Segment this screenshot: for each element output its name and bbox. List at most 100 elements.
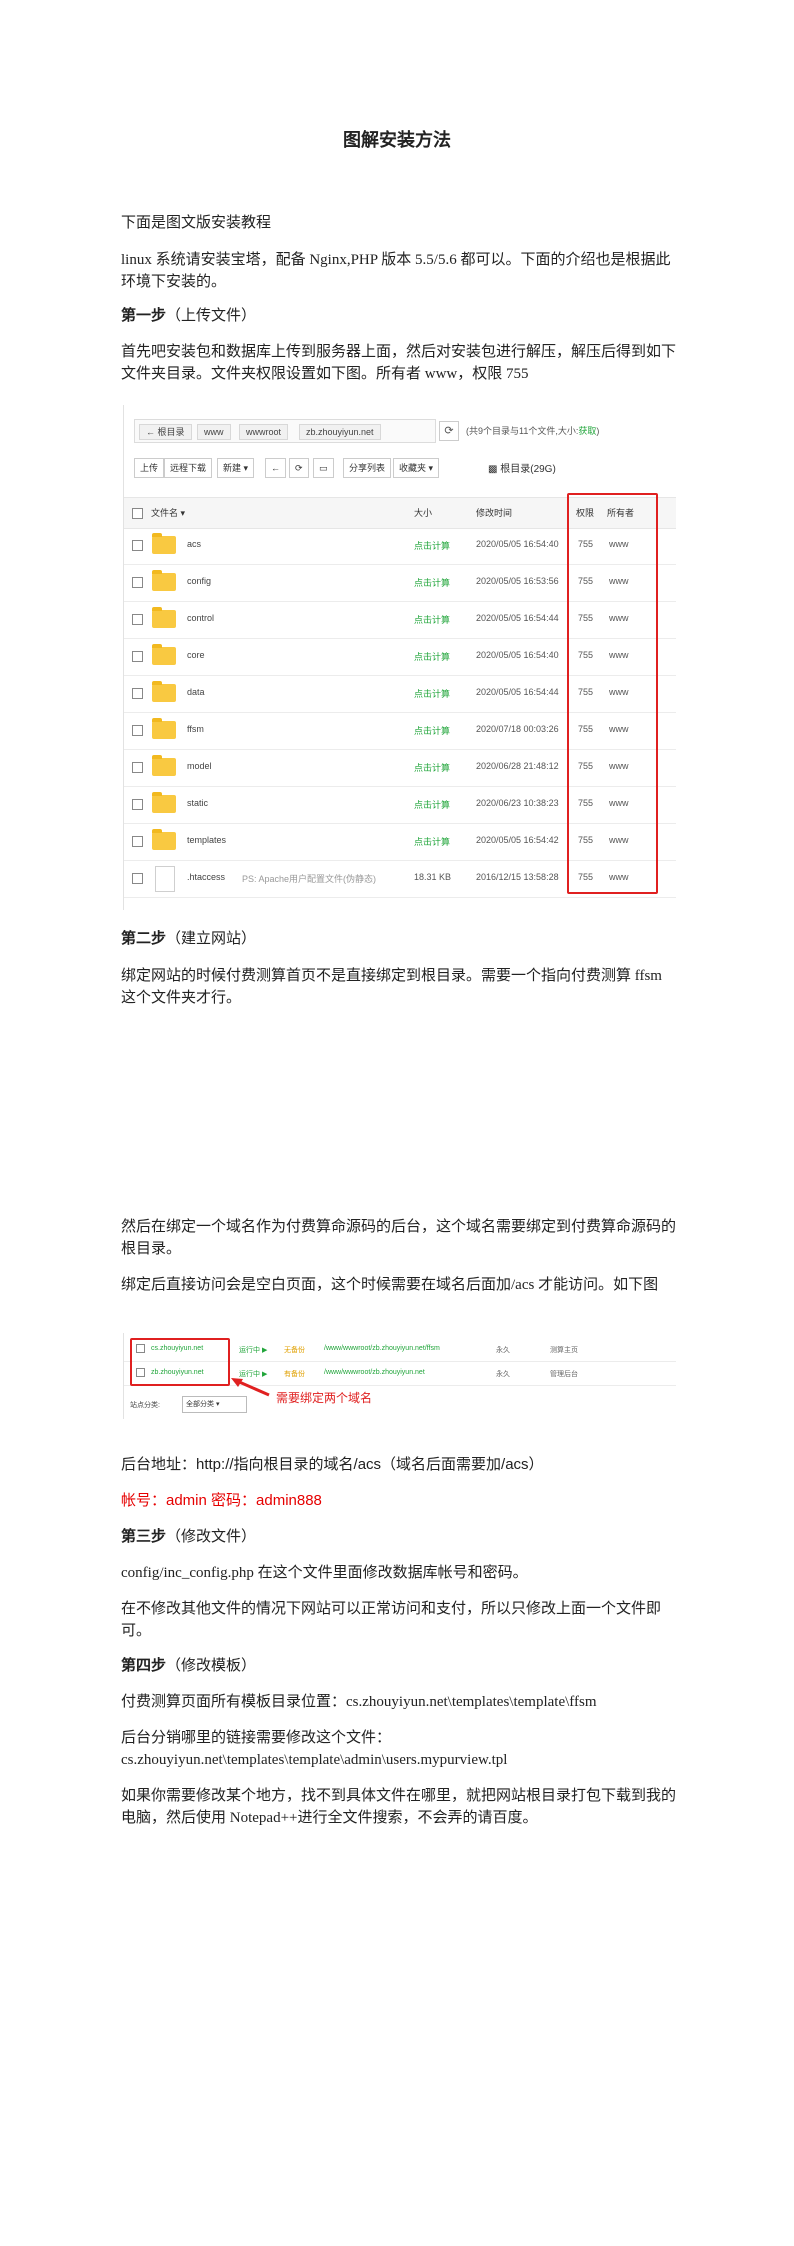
row-checkbox[interactable] bbox=[132, 836, 143, 847]
file-name[interactable]: .htaccess bbox=[187, 872, 225, 882]
step3-desc: config/inc_config.php 在这个文件里面修改数据库帐号和密码。 bbox=[121, 1565, 528, 1581]
file-name[interactable]: acs bbox=[187, 539, 201, 549]
step1-sub: （上传文件） bbox=[166, 308, 257, 324]
file-modified: 2020/06/23 10:38:23 bbox=[476, 798, 559, 808]
refresh-icon[interactable]: ⟳ bbox=[439, 421, 459, 441]
step1-heading: 第一步（上传文件） bbox=[121, 305, 677, 327]
path-crumb-site[interactable]: zb.zhouyiyun.net bbox=[299, 424, 381, 440]
terminal-icon[interactable]: ▭ bbox=[313, 458, 334, 478]
file-name[interactable]: ffsm bbox=[187, 724, 204, 734]
file-manager-screenshot: ← 根目录 www wwwroot zb.zhouyiyun.net ⟳ (共9… bbox=[123, 405, 676, 910]
step3-sub: （修改文件） bbox=[166, 1529, 257, 1545]
backend-address: 后台地址：http://指向根目录的域名/acs（域名后面需要加/acs） bbox=[121, 1456, 544, 1473]
back-icon[interactable]: ← bbox=[265, 458, 286, 478]
site-path[interactable]: /www/wwwroot/zb.zhouyiyun.net bbox=[324, 1369, 425, 1376]
share-list-button[interactable]: 分享列表 bbox=[343, 458, 392, 478]
file-modified: 2020/05/05 16:54:40 bbox=[476, 650, 559, 660]
disk-root[interactable]: ▩ 根目录(29G) bbox=[488, 460, 556, 475]
step4-desc2-line1: 后台分销哪里的链接需要修改这个文件： bbox=[121, 1730, 392, 1746]
folder-icon bbox=[152, 829, 176, 850]
file-name[interactable]: data bbox=[187, 687, 205, 697]
step1-desc: 首先吧安装包和数据库上传到服务器上面，然后对安装包进行解压，解压后得到如下文件夹… bbox=[121, 344, 677, 382]
step2-sub: （建立网站） bbox=[166, 931, 257, 947]
site-list-screenshot: cs.zhouyiyun.net 运行中 ▶ 无备份 /www/wwwroot/… bbox=[123, 1333, 676, 1419]
select-all-checkbox[interactable] bbox=[132, 508, 143, 519]
domain-highlight-box bbox=[130, 1338, 230, 1386]
site-path[interactable]: /www/wwwroot/zb.zhouyiyun.net/ffsm bbox=[324, 1345, 440, 1352]
col-name[interactable]: 文件名 ▾ bbox=[151, 506, 185, 519]
step4-heading: 第四步（修改模板） bbox=[121, 1655, 677, 1677]
row-checkbox[interactable] bbox=[132, 799, 143, 810]
file-size[interactable]: 点击计算 bbox=[414, 613, 450, 626]
row-checkbox[interactable] bbox=[132, 762, 143, 773]
file-size[interactable]: 点击计算 bbox=[414, 576, 450, 589]
file-size[interactable]: 点击计算 bbox=[414, 835, 450, 848]
highlight-box bbox=[567, 493, 658, 894]
env-text: linux 系统请安装宝塔，配备 Nginx,PHP 版本 5.5/5.6 都可… bbox=[121, 252, 671, 290]
annotation-text: 需要绑定两个域名 bbox=[276, 1391, 373, 1405]
site-status[interactable]: 运行中 ▶ bbox=[239, 1345, 267, 1355]
file-icon bbox=[155, 866, 175, 892]
document-page: 图解安装方法 下面是图文版安装教程 linux 系统请安装宝塔，配备 Nginx… bbox=[0, 0, 794, 2246]
step2-label: 第二步 bbox=[121, 930, 167, 947]
site-expire: 永久 bbox=[496, 1347, 510, 1354]
site-backup[interactable]: 有备份 bbox=[284, 1369, 305, 1379]
site-backup[interactable]: 无备份 bbox=[284, 1345, 305, 1355]
favorites-button[interactable]: 收藏夹 ▾ bbox=[393, 458, 440, 478]
row-checkbox[interactable] bbox=[132, 688, 143, 699]
row-checkbox[interactable] bbox=[132, 873, 143, 884]
file-name[interactable]: templates bbox=[187, 835, 226, 845]
file-modified: 2020/05/05 16:54:40 bbox=[476, 539, 559, 549]
site-classify-select[interactable]: 全部分类 ▾ bbox=[182, 1396, 247, 1413]
step3-heading: 第三步（修改文件） bbox=[121, 1526, 677, 1548]
folder-icon bbox=[152, 681, 176, 702]
step2-desc2: 然后在绑定一个域名作为付费算命源码的后台，这个域名需要绑定到付费算命源码的根目录… bbox=[121, 1219, 677, 1257]
new-button[interactable]: 新建 ▾ bbox=[217, 458, 255, 478]
file-size[interactable]: 点击计算 bbox=[414, 724, 450, 737]
folder-icon bbox=[152, 533, 176, 554]
step2-desc: 绑定网站的时候付费测算首页不是直接绑定到根目录。需要一个指向付费测算 ffsm … bbox=[121, 968, 662, 1006]
folder-icon bbox=[152, 644, 176, 665]
folder-icon bbox=[152, 718, 176, 739]
step4-desc2-path: cs.zhouyiyun.net\templates\template\admi… bbox=[121, 1752, 508, 1768]
intro-text: 下面是图文版安装教程 bbox=[121, 215, 272, 231]
file-size[interactable]: 点击计算 bbox=[414, 798, 450, 811]
file-name[interactable]: control bbox=[187, 613, 214, 623]
dir-summary: (共9个目录与11个文件,大小:获取) bbox=[466, 426, 600, 436]
folder-icon bbox=[152, 607, 176, 628]
row-checkbox[interactable] bbox=[132, 725, 143, 736]
row-checkbox[interactable] bbox=[132, 614, 143, 625]
file-name[interactable]: config bbox=[187, 576, 211, 586]
file-modified: 2020/05/05 16:53:56 bbox=[476, 576, 559, 586]
step4-desc: 付费测算页面所有模板目录位置：cs.zhouyiyun.net\template… bbox=[121, 1694, 597, 1710]
col-modified[interactable]: 修改时间 bbox=[476, 506, 512, 519]
file-size[interactable]: 点击计算 bbox=[414, 687, 450, 700]
file-size: 18.31 KB bbox=[414, 872, 452, 882]
file-size[interactable]: 点击计算 bbox=[414, 650, 450, 663]
folder-icon bbox=[152, 570, 176, 591]
file-size[interactable]: 点击计算 bbox=[414, 539, 450, 552]
step2-heading: 第二步（建立网站） bbox=[121, 928, 677, 950]
row-checkbox[interactable] bbox=[132, 651, 143, 662]
step4-label: 第四步 bbox=[121, 1657, 167, 1674]
page-title: 图解安装方法 bbox=[343, 130, 451, 150]
site-expire: 永久 bbox=[496, 1371, 510, 1378]
step3-desc2: 在不修改其他文件的情况下网站可以正常访问和支付，所以只修改上面一个文件即可。 bbox=[121, 1601, 662, 1639]
step4-desc3: 如果你需要修改某个地方，找不到具体文件在哪里，就把网站根目录打包下载到我的电脑，… bbox=[121, 1788, 677, 1826]
refresh-list-icon[interactable]: ⟳ bbox=[289, 458, 309, 478]
remote-download-button[interactable]: 远程下载 bbox=[164, 458, 213, 478]
path-crumb-root[interactable]: ← 根目录 bbox=[139, 424, 192, 440]
path-bar: ← 根目录 www wwwroot zb.zhouyiyun.net bbox=[134, 419, 436, 443]
file-name[interactable]: model bbox=[187, 761, 212, 771]
upload-button[interactable]: 上传 bbox=[134, 458, 165, 478]
path-crumb-wwwroot[interactable]: wwwroot bbox=[239, 424, 289, 440]
row-checkbox[interactable] bbox=[132, 540, 143, 551]
summary-get-link[interactable]: 获取 bbox=[578, 426, 596, 436]
row-checkbox[interactable] bbox=[132, 577, 143, 588]
file-name[interactable]: static bbox=[187, 798, 208, 808]
file-name[interactable]: core bbox=[187, 650, 205, 660]
path-crumb-www[interactable]: www bbox=[197, 424, 231, 440]
col-size[interactable]: 大小 bbox=[414, 506, 432, 519]
step4-sub: （修改模板） bbox=[166, 1658, 257, 1674]
file-size[interactable]: 点击计算 bbox=[414, 761, 450, 774]
